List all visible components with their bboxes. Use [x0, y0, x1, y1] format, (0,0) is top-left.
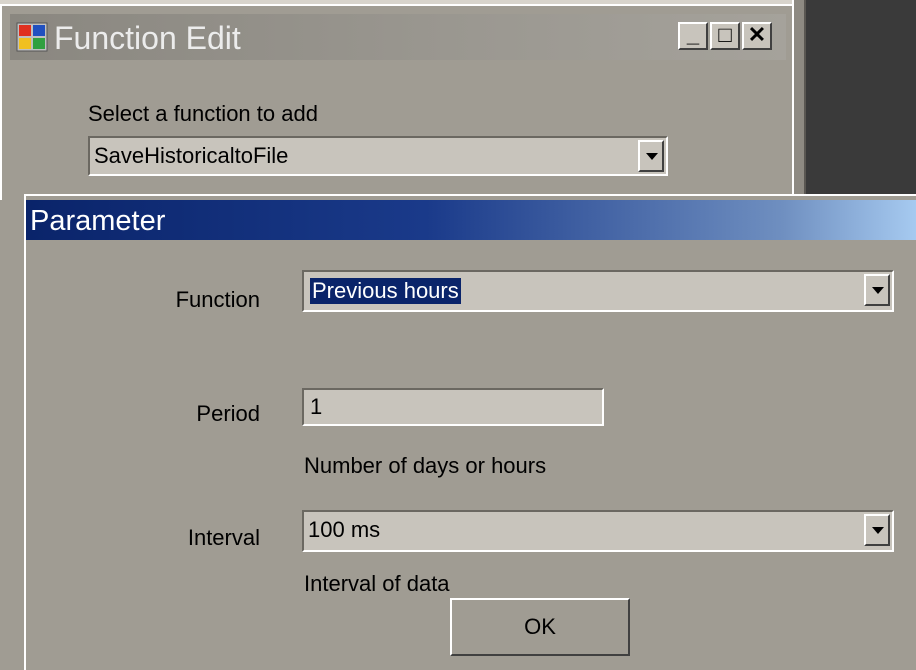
close-button[interactable]: ✕ [742, 22, 772, 50]
background-dark-panel [806, 0, 916, 200]
function-select-value: SaveHistoricaltoFile [94, 143, 289, 168]
function-edit-title: Function Edit [54, 20, 241, 56]
function-label: Function [175, 287, 260, 312]
chevron-down-icon[interactable] [638, 140, 664, 172]
maximize-button[interactable]: □ [710, 22, 740, 50]
period-label: Period [196, 401, 260, 426]
interval-dropdown[interactable]: 100 ms [302, 510, 894, 552]
app-window-icon [16, 22, 48, 52]
ok-button[interactable]: OK [450, 598, 630, 656]
chevron-down-icon[interactable] [864, 274, 890, 306]
background-frame [792, 0, 806, 200]
interval-hint: Interval of data [304, 571, 450, 596]
period-hint: Number of days or hours [304, 453, 547, 478]
function-dropdown-value: Previous hours [310, 278, 461, 304]
function-select-dropdown[interactable]: SaveHistoricaltoFile [88, 136, 668, 176]
interval-dropdown-value: 100 ms [308, 517, 381, 542]
minimize-button[interactable]: _ [678, 22, 708, 50]
chevron-down-icon[interactable] [864, 514, 890, 546]
select-function-label: Select a function to add [88, 101, 318, 126]
function-dropdown[interactable]: Previous hours [302, 270, 894, 312]
interval-label: Interval [187, 525, 260, 550]
period-input[interactable] [302, 388, 604, 426]
parameter-title: Parameter [30, 205, 166, 237]
